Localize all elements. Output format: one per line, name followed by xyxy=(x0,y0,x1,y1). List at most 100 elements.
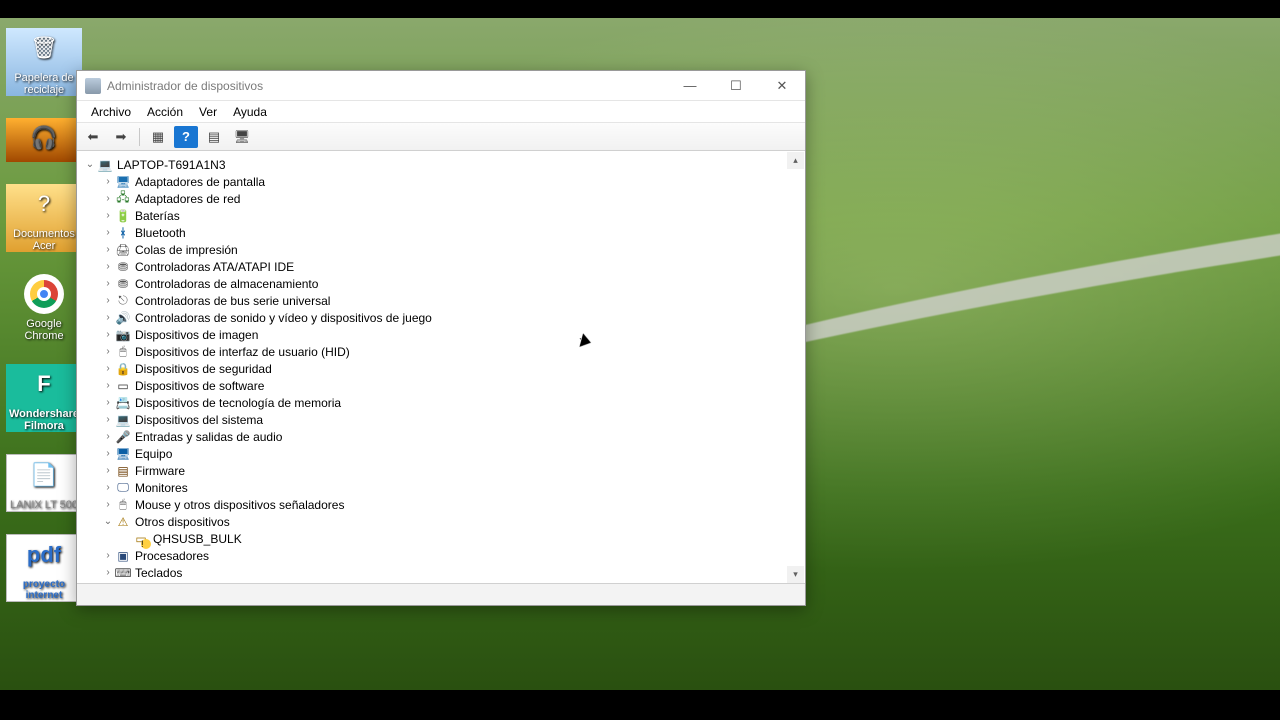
tree-label: Baterías xyxy=(135,209,180,223)
tree-category[interactable]: ›⎋Controladoras de bus serie universal xyxy=(83,292,805,309)
desktop-icon-google-chrome[interactable]: Google Chrome xyxy=(6,274,82,342)
desktop-icon-wondershare-filmora[interactable]: F Wondershare Filmora xyxy=(6,364,82,432)
desktop-icon-lanix-lt[interactable]: 📄 LANIX LT 500 xyxy=(6,454,82,512)
properties-button[interactable]: ▦ xyxy=(146,126,170,148)
tree-category[interactable]: ›📇Dispositivos de tecnología de memoria xyxy=(83,394,805,411)
tree-category[interactable]: ›▭Dispositivos de software xyxy=(83,377,805,394)
tree-label: Dispositivos de imagen xyxy=(135,328,258,342)
desktop[interactable]: 🗑 Papelera de reciclaje 🎧 ? Documentos Ac… xyxy=(0,18,1280,690)
desktop-icon-label: proyecto internet xyxy=(7,579,81,601)
desktop-icon-documents-acer[interactable]: ? Documentos Acer xyxy=(6,184,82,252)
scroll-down-icon[interactable]: ▾ xyxy=(787,566,804,583)
tree-category[interactable]: ›🖧Adaptadores de red xyxy=(83,190,805,207)
expand-arrow-icon[interactable]: › xyxy=(101,227,115,238)
tree-label: Entradas y salidas de audio xyxy=(135,430,282,444)
expand-arrow-icon[interactable]: › xyxy=(101,346,115,357)
menu-archivo[interactable]: Archivo xyxy=(83,103,139,121)
expand-arrow-icon[interactable]: › xyxy=(101,261,115,272)
tree-category[interactable]: ›🔊Controladoras de sonido y vídeo y disp… xyxy=(83,309,805,326)
desktop-icon-proyecto-internet[interactable]: pdf proyecto internet xyxy=(6,534,82,602)
lanix-lt-icon: 📄 xyxy=(24,455,64,495)
expand-arrow-icon[interactable]: › xyxy=(101,448,115,459)
help-button[interactable]: ? xyxy=(174,126,198,148)
tree-category[interactable]: ›🔒Dispositivos de seguridad xyxy=(83,360,805,377)
tree-category[interactable]: ›ᚼBluetooth xyxy=(83,224,805,241)
minimize-button[interactable]: — xyxy=(667,71,713,101)
scan-hardware-button[interactable]: ▤ xyxy=(202,126,226,148)
expand-arrow-icon[interactable]: › xyxy=(101,380,115,391)
show-hidden-button[interactable]: 🖥 xyxy=(230,126,254,148)
tree-root[interactable]: ⌄💻LAPTOP-T691A1N3 xyxy=(83,156,805,173)
expand-arrow-icon[interactable]: › xyxy=(101,363,115,374)
menu-acción[interactable]: Acción xyxy=(139,103,191,121)
expand-arrow-icon[interactable]: › xyxy=(101,414,115,425)
expand-arrow-icon[interactable]: › xyxy=(101,176,115,187)
expand-arrow-icon[interactable]: › xyxy=(101,499,115,510)
tree-label: Dispositivos de interfaz de usuario (HID… xyxy=(135,345,350,359)
app-icon xyxy=(85,78,101,94)
disk-icon: ⛁ xyxy=(115,582,131,584)
expand-arrow-icon[interactable]: ⌄ xyxy=(83,159,97,170)
expand-arrow-icon[interactable]: › xyxy=(101,397,115,408)
tree-label: Procesadores xyxy=(135,549,209,563)
toolbar: ⬅ ➡ ▦ ? ▤ 🖥 xyxy=(77,123,805,151)
google-chrome-icon xyxy=(24,274,64,314)
device-tree[interactable]: ⌄💻LAPTOP-T691A1N3›🖥Adaptadores de pantal… xyxy=(77,152,805,583)
nav-forward-button[interactable]: ➡ xyxy=(109,126,133,148)
menubar: ArchivoAcciónVerAyuda xyxy=(77,101,805,123)
mem-icon: 📇 xyxy=(115,395,131,411)
documents-acer-icon: ? xyxy=(24,184,64,224)
desktop-icon-label: Documentos Acer xyxy=(6,228,82,252)
mouse-cursor-icon xyxy=(580,338,583,341)
desktop-icon-audacity[interactable]: 🎧 xyxy=(6,118,82,162)
tree-category[interactable]: ›💻Dispositivos del sistema xyxy=(83,411,805,428)
tree-category[interactable]: ›⌨Teclados xyxy=(83,564,805,581)
expand-arrow-icon[interactable]: › xyxy=(101,278,115,289)
expand-arrow-icon[interactable]: › xyxy=(101,210,115,221)
expand-arrow-icon[interactable]: › xyxy=(101,567,115,578)
menu-ayuda[interactable]: Ayuda xyxy=(225,103,275,121)
tree-category[interactable]: ›🖱Mouse y otros dispositivos señaladores xyxy=(83,496,805,513)
expand-arrow-icon[interactable]: › xyxy=(101,465,115,476)
tree-category[interactable]: ›🖨 Colas de impresión xyxy=(83,241,805,258)
desktop-icon-recycle-bin[interactable]: 🗑 Papelera de reciclaje xyxy=(6,28,82,96)
tree-category[interactable]: ⌄⚠Otros dispositivos xyxy=(83,513,805,530)
tree-category[interactable]: ›📷Dispositivos de imagen xyxy=(83,326,805,343)
expand-arrow-icon[interactable]: ⌄ xyxy=(101,516,115,527)
close-button[interactable]: ✕ xyxy=(759,71,805,101)
tree-category[interactable]: ›⛃Controladoras ATA/ATAPI IDE xyxy=(83,258,805,275)
nav-back-button[interactable]: ⬅ xyxy=(81,126,105,148)
titlebar[interactable]: Administrador de dispositivos — ☐ ✕ xyxy=(77,71,805,101)
tree-category[interactable]: ›🖥Equipo xyxy=(83,445,805,462)
other-icon: ⚠ xyxy=(115,514,131,530)
mouse-icon: 🖱 xyxy=(115,497,131,513)
scroll-up-icon[interactable]: ▴ xyxy=(787,152,804,169)
hid-icon: 🖱 xyxy=(115,344,131,360)
maximize-button[interactable]: ☐ xyxy=(713,71,759,101)
print-icon: 🖨 xyxy=(115,242,131,258)
tree-category[interactable]: ›🔋Baterías xyxy=(83,207,805,224)
expand-arrow-icon[interactable]: › xyxy=(101,193,115,204)
expand-arrow-icon[interactable]: › xyxy=(101,312,115,323)
tree-device[interactable]: ▭QHSUSB_BULK xyxy=(83,530,805,547)
tree-category[interactable]: ›🖵Monitores xyxy=(83,479,805,496)
stor-icon: ⛃ xyxy=(115,276,131,292)
expand-arrow-icon[interactable]: › xyxy=(101,244,115,255)
sec-icon: 🔒 xyxy=(115,361,131,377)
tree-category[interactable]: ›🖥Adaptadores de pantalla xyxy=(83,173,805,190)
expand-arrow-icon[interactable]: › xyxy=(101,431,115,442)
expand-arrow-icon[interactable]: › xyxy=(101,295,115,306)
tree-label: Colas de impresión xyxy=(135,243,238,257)
tree-label: QHSUSB_BULK xyxy=(153,532,242,546)
tree-category[interactable]: ›🎤Entradas y salidas de audio xyxy=(83,428,805,445)
expand-arrow-icon[interactable]: › xyxy=(101,329,115,340)
expand-arrow-icon[interactable]: › xyxy=(101,482,115,493)
expand-arrow-icon[interactable]: › xyxy=(101,550,115,561)
tree-category[interactable]: ›▤Firmware xyxy=(83,462,805,479)
desktop-icons: 🗑 Papelera de reciclaje 🎧 ? Documentos Ac… xyxy=(6,28,82,602)
tree-category[interactable]: ›⛁Unidades de disco xyxy=(83,581,805,583)
tree-category[interactable]: ›⛃Controladoras de almacenamiento xyxy=(83,275,805,292)
menu-ver[interactable]: Ver xyxy=(191,103,225,121)
tree-category[interactable]: ›🖱 Dispositivos de interfaz de usuario (H… xyxy=(83,343,805,360)
tree-category[interactable]: ›▣Procesadores xyxy=(83,547,805,564)
